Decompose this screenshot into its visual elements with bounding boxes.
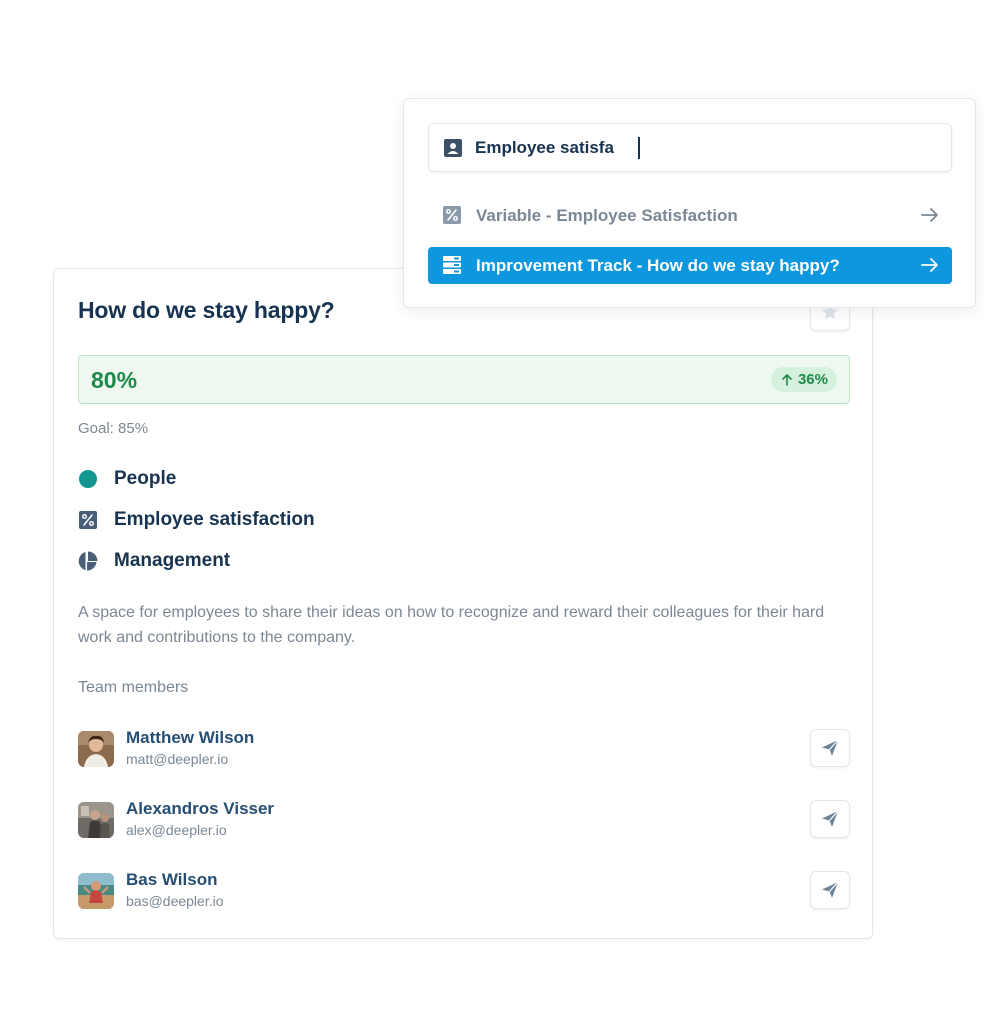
- result-label: Variable - Employee Satisfaction: [476, 206, 738, 225]
- tag-people: People: [78, 468, 176, 490]
- arrow-right-icon: [921, 208, 938, 222]
- arrow-right-icon: [921, 258, 938, 272]
- tag-label: Management: [114, 550, 231, 571]
- search-popup: Variable - Employee Satisfaction Improve…: [403, 98, 976, 308]
- teal-dot-icon: [79, 470, 97, 488]
- send-message-button[interactable]: [810, 871, 850, 909]
- contact-card-icon: [444, 139, 462, 157]
- metric-bar: 80% 36%: [78, 355, 850, 404]
- trend-value: 36%: [797, 371, 828, 388]
- search-box[interactable]: [428, 123, 952, 172]
- search-result-improvement-track[interactable]: Improvement Track - How do we stay happy…: [428, 247, 952, 284]
- text-caret: [638, 137, 640, 159]
- card-title: How do we stay happy?: [78, 297, 335, 323]
- member-name: Alexandros Visser: [126, 799, 275, 818]
- send-icon: [822, 881, 839, 898]
- team-member-row: Alexandros Visser alex@deepler.io: [78, 799, 850, 841]
- team-members-label: Team members: [78, 679, 189, 696]
- member-email: alex@deepler.io: [126, 822, 227, 838]
- send-message-button[interactable]: [810, 729, 850, 767]
- tag-employee-satisfaction: Employee satisfaction: [78, 509, 315, 531]
- send-icon: [822, 810, 839, 827]
- member-name: Matthew Wilson: [126, 728, 255, 747]
- improvement-track-card: How do we stay happy? 80% 36% Goal: 85% …: [53, 268, 873, 939]
- send-message-button[interactable]: [810, 800, 850, 838]
- percent-icon: [443, 206, 461, 224]
- member-email: bas@deepler.io: [126, 893, 224, 909]
- tag-management: Management: [78, 550, 230, 572]
- team-member-row: Bas Wilson bas@deepler.io: [78, 870, 850, 912]
- result-label: Improvement Track - How do we stay happy…: [476, 256, 840, 275]
- avatar: [78, 731, 114, 767]
- avatar: [78, 873, 114, 909]
- avatar: [78, 802, 114, 838]
- tag-label: People: [114, 468, 177, 489]
- metric-value: 80%: [91, 367, 138, 393]
- track-description: A space for employees to share their ide…: [78, 604, 825, 646]
- goal-text: Goal: 85%: [78, 420, 149, 437]
- stack-icon: [443, 256, 461, 274]
- tag-label: Employee satisfaction: [114, 509, 315, 530]
- percent-icon: [79, 511, 97, 529]
- team-member-row: Matthew Wilson matt@deepler.io: [78, 728, 850, 770]
- trend-badge: 36%: [770, 367, 837, 392]
- search-input[interactable]: [475, 137, 935, 159]
- search-result-variable[interactable]: Variable - Employee Satisfaction: [428, 197, 952, 234]
- send-icon: [822, 739, 839, 756]
- member-email: matt@deepler.io: [126, 751, 229, 767]
- member-name: Bas Wilson: [126, 870, 218, 889]
- pie-chart-icon: [78, 551, 98, 571]
- arrow-up-icon: [782, 373, 792, 386]
